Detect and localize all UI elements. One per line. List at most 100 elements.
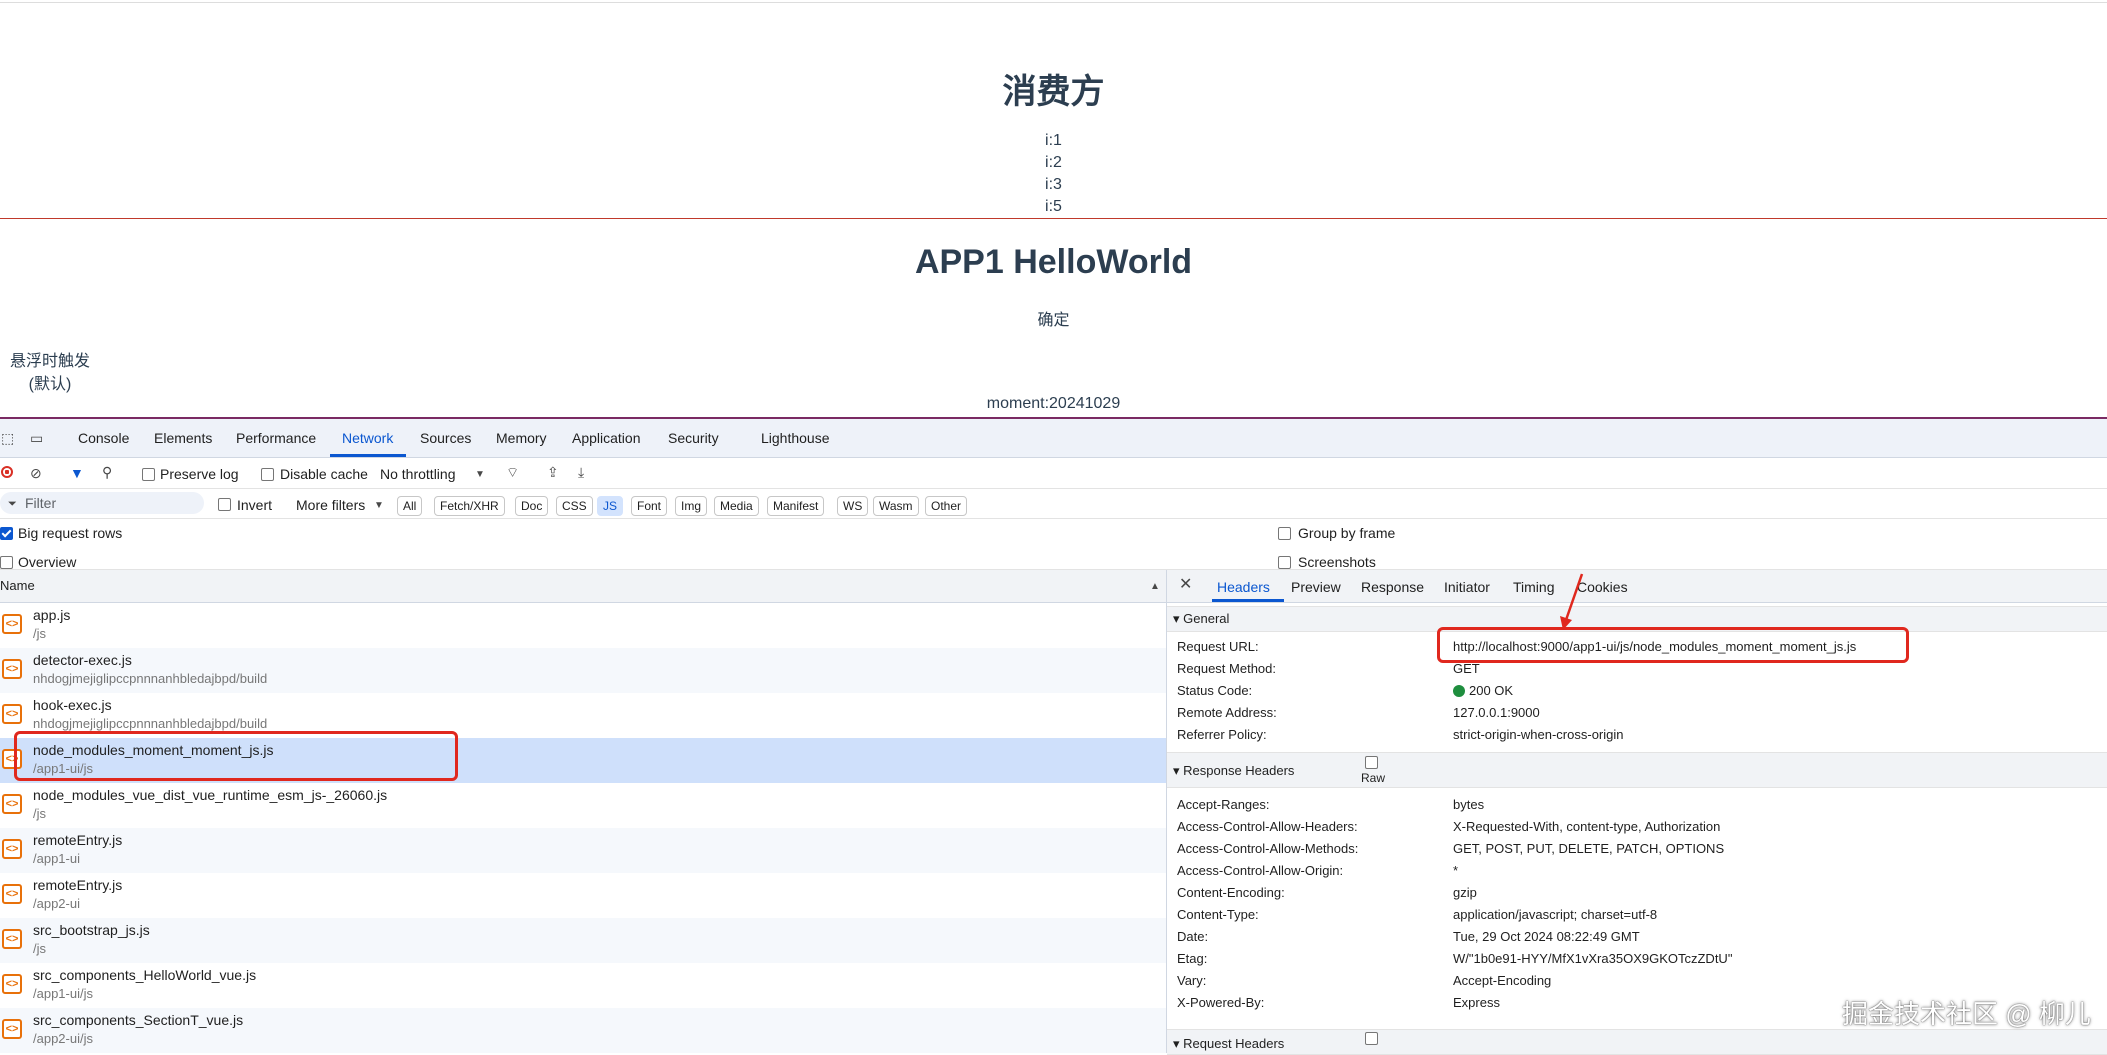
confirm-button[interactable]: 确定 [0,306,2107,330]
chip-js[interactable]: JS [597,496,624,516]
hover-trigger[interactable]: 悬浮时触发 (默认) [10,350,90,396]
overview-checkbox[interactable] [0,556,13,569]
header-value: Accept-Encoding [1453,973,1552,988]
filter-placeholder: Filter [25,495,57,511]
clear-icon[interactable]: ⊘ [30,466,42,480]
tab-performance[interactable]: Performance [236,430,316,446]
highlight-box [1437,627,1909,663]
tab-sources[interactable]: Sources [420,430,471,446]
tab-response[interactable]: Response [1361,579,1424,595]
preserve-log-checkbox[interactable] [142,468,155,481]
request-path: /js [33,626,46,641]
table-row[interactable]: <> remoteEntry.js /app2-ui [0,873,1166,918]
sort-ascending-icon[interactable]: ▲ [1150,580,1160,594]
tab-network[interactable]: Network [342,430,393,446]
raw-checkbox[interactable] [1365,1032,1378,1045]
invert-checkbox[interactable] [218,498,231,511]
request-name: detector-exec.js [33,652,132,668]
request-headers-title-text: Request Headers [1183,1036,1285,1051]
device-toolbar-icon[interactable]: ▭ [30,431,43,445]
screenshots-checkbox[interactable] [1278,556,1291,569]
request-path: /js [33,806,46,821]
triangle-down-icon: ▾ [1173,763,1184,778]
header-key: Access-Control-Allow-Origin: [1177,863,1344,878]
tab-security[interactable]: Security [668,430,719,446]
i-item: i:2 [1045,154,1062,171]
annotation-arrow-icon [1560,573,1584,630]
tab-headers[interactable]: Headers [1217,579,1270,595]
table-row[interactable]: <> app.js /js [0,603,1166,648]
app-title: APP1 HelloWorld [914,243,1193,281]
header-key: Date: [1177,929,1209,944]
group-by-frame-label: Group by frame [1298,525,1396,541]
record-icon[interactable] [1,466,13,478]
table-row[interactable]: <> src_components_HelloWorld_vue.js /app… [0,963,1166,1008]
tab-timing[interactable]: Timing [1513,579,1555,595]
request-headers-title: ▾ Request Headers [1173,1036,1284,1052]
disable-cache-checkbox[interactable] [261,468,274,481]
chip-ws[interactable]: WS [837,496,869,516]
details-tabbar: ✕ Headers Preview Response Initiator Tim… [1167,570,2107,603]
invert-label: Invert [237,497,273,513]
response-headers-section-header[interactable]: ▾ Response Headers Raw [1167,752,2107,788]
moment-text: moment:20241029 [986,395,1121,412]
app-page: 消费方 i:1 i:2 i:3 i:5 APP1 HelloWorld 确定 悬… [0,0,2107,419]
throttling-select[interactable]: No throttling [380,466,455,482]
chip-wasm[interactable]: Wasm [873,496,919,516]
status-ok-icon [1453,685,1465,697]
tab-lighthouse[interactable]: Lighthouse [761,430,830,446]
network-conditions-icon[interactable]: ⌔ [506,465,519,479]
tab-preview[interactable]: Preview [1291,579,1341,595]
tab-console[interactable]: Console [78,430,129,446]
chip-css[interactable]: CSS [556,496,593,516]
top-divider [0,2,2107,3]
filter-icon[interactable]: ▼ [70,466,84,480]
request-path: /app1-ui/js [33,986,93,1001]
tab-elements[interactable]: Elements [154,430,212,446]
chip-font[interactable]: Font [631,496,668,516]
request-name: remoteEntry.js [33,877,123,893]
tab-application[interactable]: Application [572,430,641,446]
chip-fetch-xhr[interactable]: Fetch/XHR [434,496,505,516]
filter-input[interactable]: ⏷ Filter [0,492,204,514]
tab-initiator[interactable]: Initiator [1444,579,1490,595]
chip-img[interactable]: Img [675,496,708,516]
close-icon[interactable]: ✕ [1179,577,1192,593]
inspect-element-icon[interactable]: ⬚ [1,431,14,445]
script-file-icon: <> [2,704,22,724]
table-row[interactable]: <> src_components_SectionT_vue.js /app2-… [0,1008,1166,1053]
request-headers-section-header[interactable]: ▾ Request Headers [1167,1029,2107,1055]
header-value: application/javascript; charset=utf-8 [1453,907,1658,922]
more-filters-dropdown[interactable]: More filters [296,497,365,513]
table-row[interactable]: <> detector-exec.js nhdogjmejiglipccpnnn… [0,648,1166,693]
header-key: Request Method: [1177,661,1277,676]
chip-manifest[interactable]: Manifest [767,496,825,516]
header-key: Accept-Ranges: [1177,797,1270,812]
hover-label: 悬浮时触发 [10,353,91,370]
header-key: Request URL: [1177,639,1259,654]
chip-media[interactable]: Media [714,496,759,516]
chip-all[interactable]: All [397,496,423,516]
header-key: Remote Address: [1177,705,1277,720]
table-row[interactable]: <> remoteEntry.js /app1-ui [0,828,1166,873]
import-har-icon[interactable]: ⇪ [547,465,559,479]
triangle-down-icon: ▾ [1173,611,1184,626]
header-key: Content-Type: [1177,907,1259,922]
request-name: remoteEntry.js [33,832,123,848]
chip-doc[interactable]: Doc [515,496,549,516]
chip-other[interactable]: Other [925,496,968,516]
group-by-frame-checkbox[interactable] [1278,527,1291,540]
table-row[interactable]: <> node_modules_vue_dist_vue_runtime_esm… [0,783,1166,828]
request-list: Name ▲ <> app.js /js <> detector-exec.js… [0,570,1167,1053]
search-icon[interactable]: ⚲ [102,465,112,479]
status-value: 200 OK [1453,683,1513,698]
tab-memory[interactable]: Memory [496,430,547,446]
raw-checkbox[interactable] [1365,756,1378,769]
header-key: Content-Encoding: [1177,885,1285,900]
script-file-icon: <> [2,974,22,994]
script-file-icon: <> [2,1019,22,1039]
column-name[interactable]: Name [0,578,35,593]
table-row[interactable]: <> src_bootstrap_js.js /js [0,918,1166,963]
big-request-rows-checkbox[interactable] [0,527,13,540]
export-har-icon[interactable]: ⤓ [578,465,584,479]
